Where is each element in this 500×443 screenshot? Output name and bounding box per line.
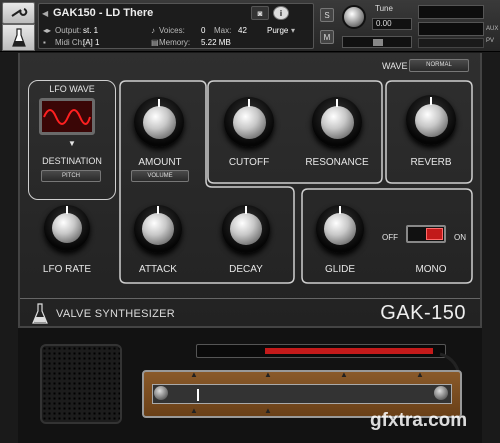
watermark: gfxtra.com bbox=[370, 410, 468, 431]
speaker-grill bbox=[40, 344, 122, 424]
screw-icon bbox=[154, 386, 168, 400]
level-meter-top bbox=[418, 5, 484, 19]
cutoff-label: CUTOFF bbox=[228, 157, 270, 168]
output-value[interactable]: st. 1 bbox=[83, 26, 98, 35]
amount-label: AMOUNT bbox=[138, 157, 182, 168]
mono-label: MONO bbox=[415, 264, 447, 275]
wave-label: WAVE bbox=[382, 61, 408, 71]
screw-icon bbox=[434, 386, 448, 400]
amount-knob[interactable] bbox=[134, 97, 184, 147]
lfo-group: LFO WAVE ▼ DESTINATION PITCH bbox=[28, 80, 116, 200]
midi-value[interactable]: [A] 1 bbox=[83, 38, 99, 47]
cutoff-knob[interactable] bbox=[224, 97, 274, 147]
pan-slider[interactable] bbox=[342, 36, 412, 48]
pitch-slider-fill bbox=[265, 348, 433, 354]
mono-off-label: OFF bbox=[382, 233, 398, 242]
brand-bar: VALVE SYNTHESIZER GAK-150 bbox=[20, 298, 480, 328]
max-label: Max: bbox=[214, 26, 232, 35]
ribbon-strip[interactable] bbox=[152, 384, 452, 404]
marker-arrow-icon: ▲ bbox=[190, 370, 198, 379]
marker-arrow-icon: ▲ bbox=[190, 406, 198, 415]
reverb-knob[interactable] bbox=[406, 95, 456, 145]
glide-label: GLIDE bbox=[324, 264, 355, 275]
tune-label: Tune bbox=[375, 4, 393, 13]
attack-label: ATTACK bbox=[139, 264, 177, 275]
reverb-label: REVERB bbox=[410, 157, 452, 168]
lfo-rate-label: LFO RATE bbox=[42, 264, 92, 275]
amount-destination-selector[interactable]: VOLUME bbox=[131, 170, 189, 182]
brand-name: VALVE SYNTHESIZER bbox=[56, 308, 175, 320]
camera-icon[interactable]: ◙ bbox=[251, 6, 269, 20]
output-icon: ◂▸ bbox=[43, 26, 52, 35]
decay-label: DECAY bbox=[229, 264, 263, 275]
lfo-rate-knob[interactable] bbox=[44, 205, 90, 251]
tune-knob[interactable] bbox=[342, 5, 366, 29]
voices-icon: ♪ bbox=[151, 26, 155, 35]
mono-switch-group: OFF ON bbox=[382, 195, 472, 255]
voices-label: Voices: bbox=[159, 26, 185, 35]
instrument-info-panel: ◀ GAK150 - LD There ◙ i ◂▸ Output: st. 1… bbox=[38, 3, 314, 49]
marker-arrow-icon: ▲ bbox=[340, 370, 348, 379]
destination-label: DESTINATION bbox=[42, 156, 102, 166]
memory-label: Memory: bbox=[159, 38, 191, 47]
mute-button[interactable]: M bbox=[320, 30, 334, 44]
tune-value[interactable]: 0.00 bbox=[372, 18, 412, 30]
resonance-label: RESONANCE bbox=[305, 157, 369, 168]
synth-panel: WAVE NORMAL LFO WAVE ▼ DESTINATION PITCH… bbox=[18, 53, 482, 328]
memory-value: 5.22 MB bbox=[201, 38, 231, 47]
sine-wave-icon bbox=[43, 109, 91, 125]
mono-toggle[interactable] bbox=[406, 225, 446, 243]
wave-selector[interactable]: NORMAL bbox=[409, 59, 469, 72]
mono-on-label: ON bbox=[454, 233, 466, 242]
level-meter-bottom bbox=[418, 22, 484, 36]
lfo-dropdown-arrow-icon[interactable]: ▼ bbox=[29, 139, 115, 148]
voices-value: 0 bbox=[201, 26, 206, 35]
attack-knob[interactable] bbox=[134, 205, 182, 253]
decay-knob[interactable] bbox=[222, 205, 270, 253]
flask-logo-icon bbox=[2, 24, 35, 51]
collapse-arrow-icon[interactable]: ◀ bbox=[42, 9, 48, 18]
lfo-wave-label: LFO WAVE bbox=[49, 84, 95, 94]
flask-icon bbox=[32, 303, 48, 324]
midi-label: Midi Ch: bbox=[55, 38, 85, 47]
purge-menu[interactable]: Purge bbox=[267, 26, 288, 35]
max-value[interactable]: 42 bbox=[238, 26, 247, 35]
glide-knob[interactable] bbox=[316, 205, 364, 253]
output-level-bar bbox=[418, 38, 484, 48]
memory-icon: ▤ bbox=[151, 38, 159, 47]
pitch-slider[interactable] bbox=[196, 344, 446, 358]
info-icon[interactable]: i bbox=[273, 6, 289, 20]
marker-arrow-icon: ▲ bbox=[264, 370, 272, 379]
chevron-down-icon[interactable]: ▾ bbox=[291, 26, 295, 35]
lfo-wave-display[interactable] bbox=[39, 98, 95, 135]
solo-button[interactable]: S bbox=[320, 8, 334, 22]
marker-arrow-icon: ▲ bbox=[264, 406, 272, 415]
wrench-icon[interactable] bbox=[2, 2, 35, 24]
destination-selector[interactable]: PITCH bbox=[41, 170, 101, 182]
aux-label[interactable]: AUX bbox=[486, 26, 498, 32]
instrument-header: ◀ GAK150 - LD There ◙ i ◂▸ Output: st. 1… bbox=[0, 0, 500, 52]
model-name: GAK-150 bbox=[380, 302, 466, 324]
resonance-knob[interactable] bbox=[312, 97, 362, 147]
output-label: Output: bbox=[55, 26, 82, 35]
midi-icon: ▪ bbox=[43, 38, 46, 47]
instrument-name[interactable]: GAK150 - LD There bbox=[53, 7, 153, 19]
pv-label[interactable]: PV bbox=[486, 38, 494, 44]
marker-arrow-icon: ▲ bbox=[416, 370, 424, 379]
